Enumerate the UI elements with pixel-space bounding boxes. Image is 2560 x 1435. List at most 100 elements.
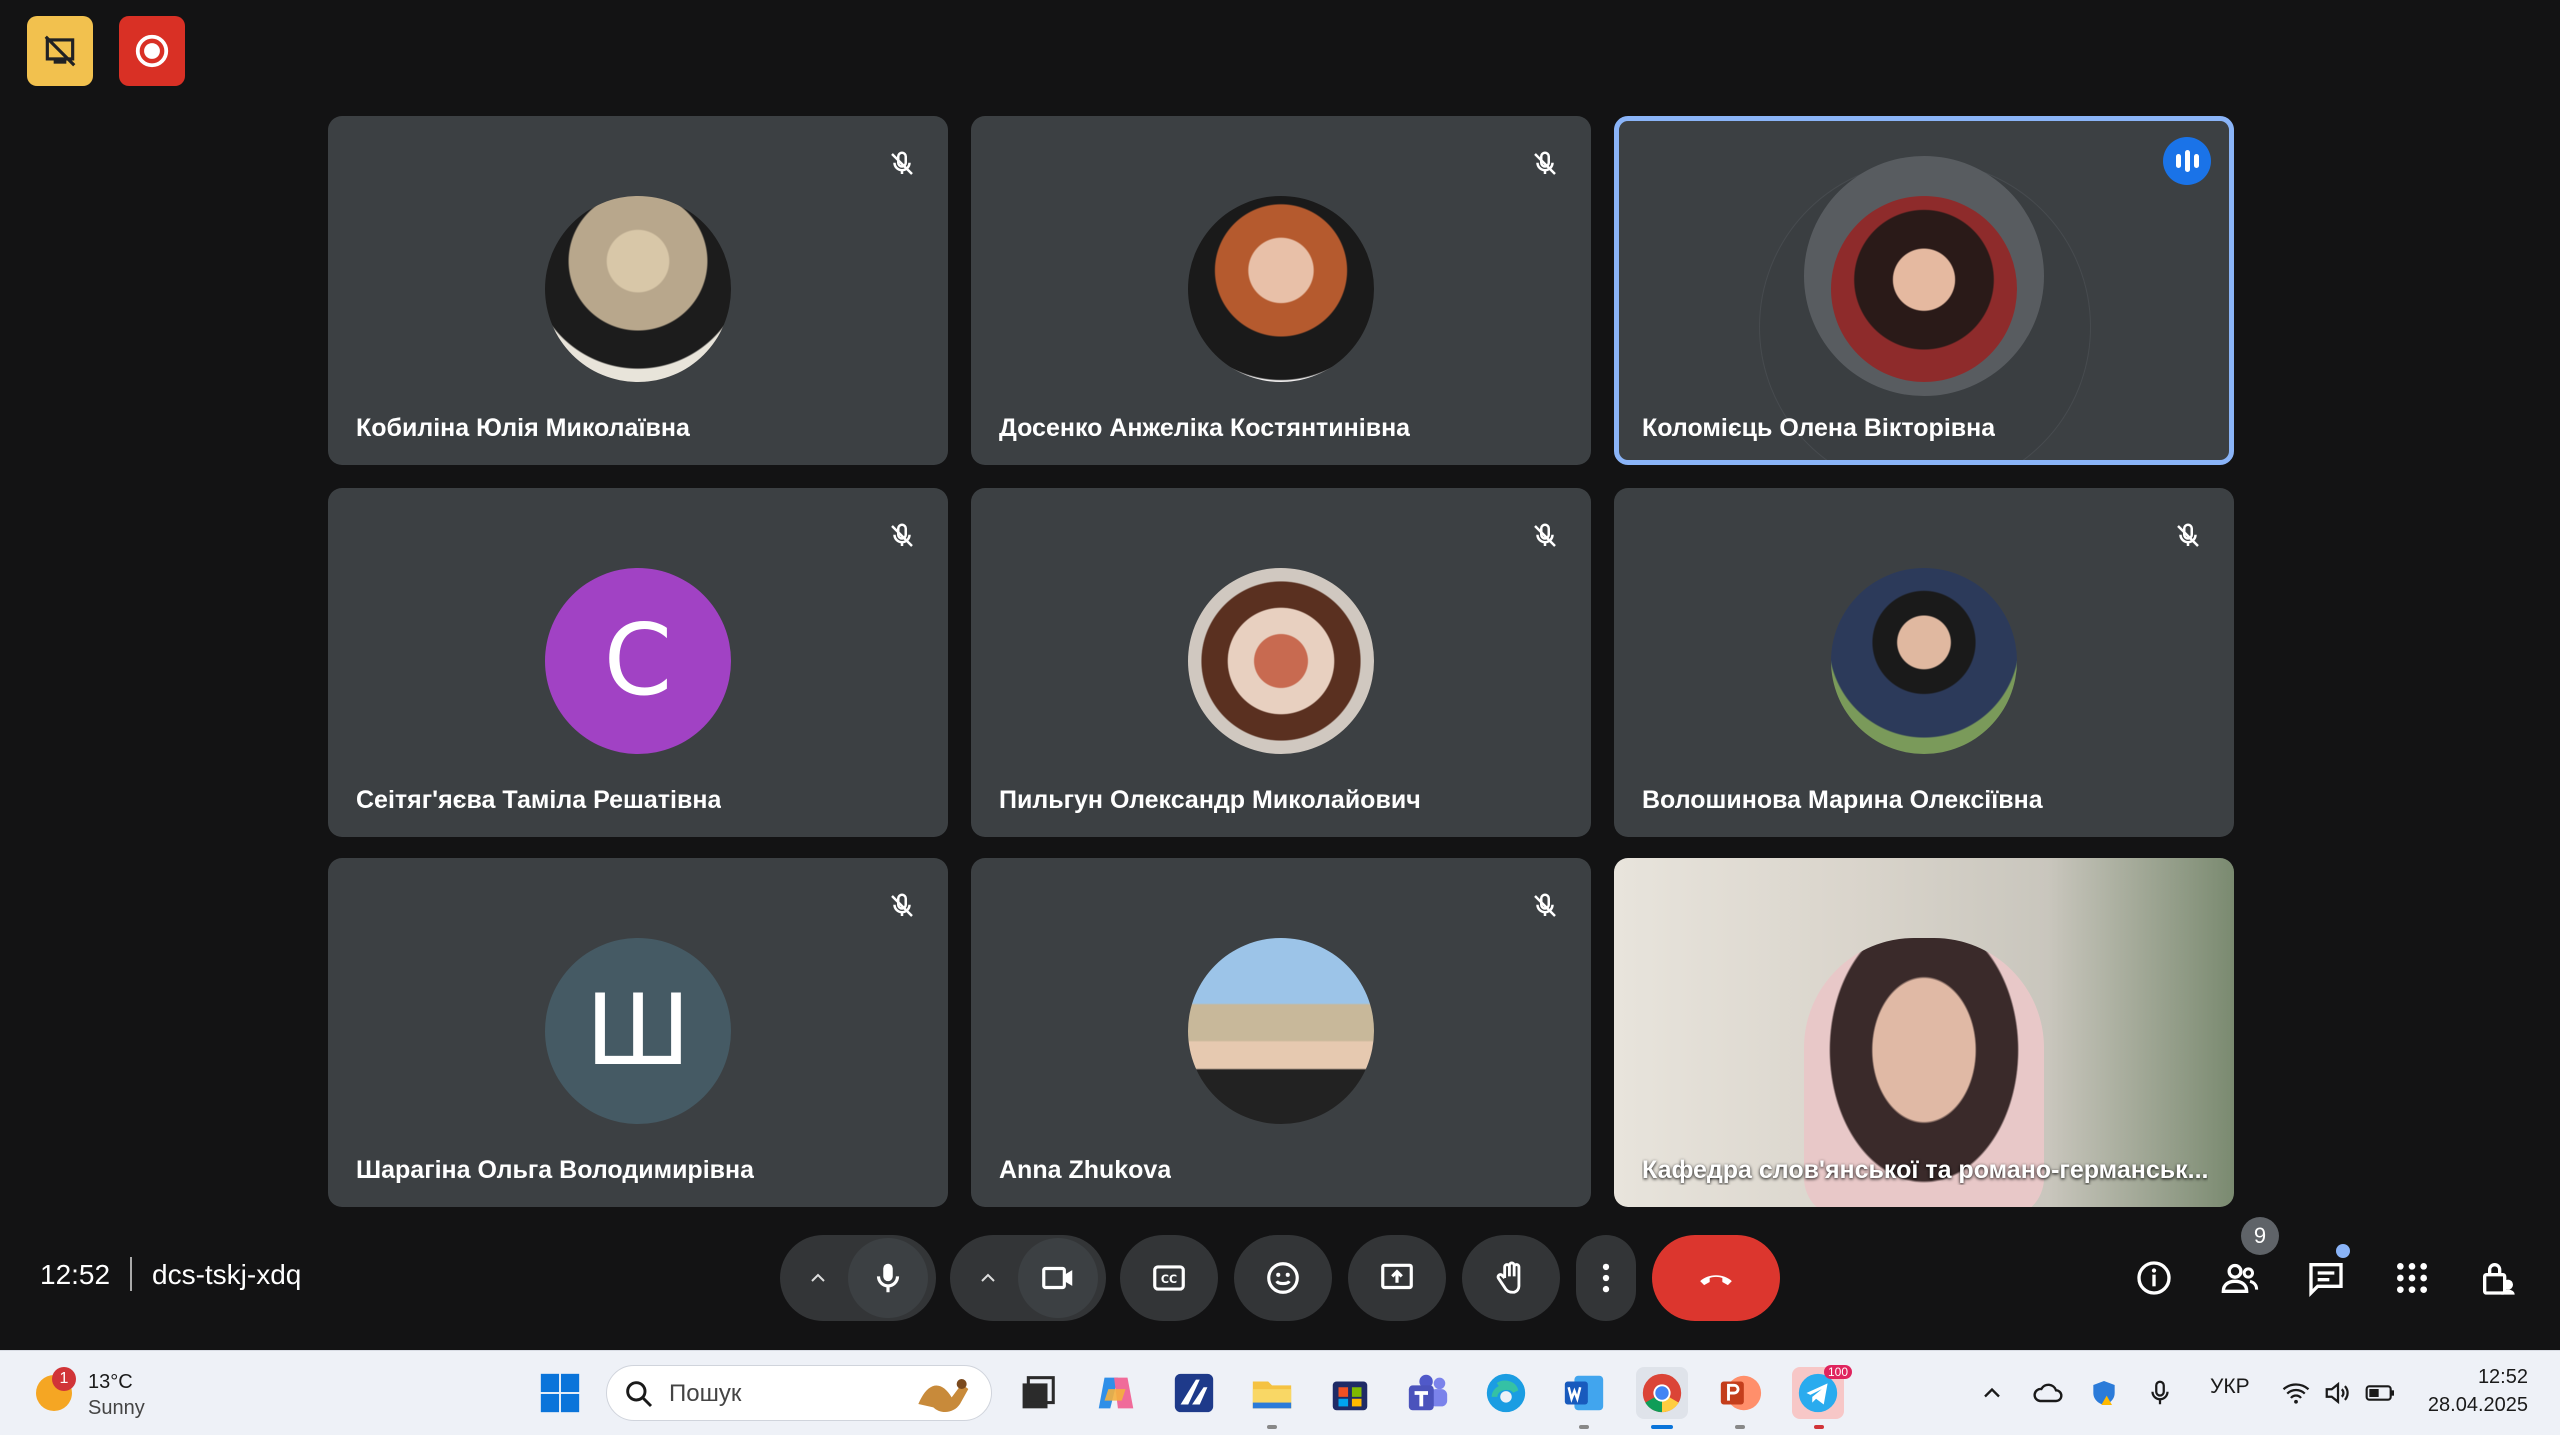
- participant-tile[interactable]: С Сеітяг'яєва Таміла Решатівна: [328, 488, 948, 837]
- start-button[interactable]: [534, 1367, 586, 1419]
- audio-control-group: [780, 1235, 936, 1321]
- participant-count-badge: 9: [2241, 1217, 2279, 1255]
- chevron-up-icon: [811, 1273, 825, 1282]
- windows-logo-icon: [540, 1373, 580, 1413]
- reactions-button[interactable]: [1234, 1235, 1332, 1321]
- powerpoint-button[interactable]: [1714, 1367, 1766, 1419]
- weather-description: Sunny: [88, 1397, 145, 1419]
- speaker-icon: [2325, 1381, 2349, 1405]
- taskbar-clock[interactable]: 12:52 28.04.2025: [2428, 1363, 2528, 1419]
- activities-button[interactable]: [2383, 1249, 2441, 1307]
- apps-grid-icon: [2397, 1263, 2427, 1293]
- word-button[interactable]: [1558, 1367, 1610, 1419]
- camera-button[interactable]: [1018, 1238, 1098, 1318]
- info-icon: [2137, 1261, 2171, 1295]
- participant-name: Anna Zhukova: [999, 1156, 1172, 1184]
- participant-name: Коломієць Олена Вікторівна: [1642, 414, 1996, 442]
- avatar: [1831, 568, 2017, 754]
- clock-time: 12:52: [2477, 1366, 2528, 1388]
- participant-name: Волошинова Марина Олексіївна: [1642, 786, 2043, 814]
- people-icon: [2221, 1263, 2259, 1293]
- more-options-button[interactable]: [1576, 1235, 1636, 1321]
- taskbar-search[interactable]: Пошук: [606, 1365, 992, 1421]
- screen-off-icon: [44, 35, 76, 67]
- avatar: С: [545, 568, 731, 754]
- participant-video-tile[interactable]: Кафедра слов'янської та романо-германськ…: [1614, 858, 2234, 1207]
- meeting-code: dcs-tskj-xdq: [152, 1259, 302, 1290]
- weather-badge: 1: [52, 1367, 76, 1391]
- participant-name: Кобиліна Юлія Миколаївна: [356, 414, 690, 442]
- camera-icon: [1042, 1266, 1073, 1290]
- app-button[interactable]: [1168, 1367, 1220, 1419]
- participant-tile[interactable]: Ш Шарагіна Ольга Володимирівна: [328, 858, 948, 1207]
- task-view-button[interactable]: [1010, 1367, 1062, 1419]
- store-button[interactable]: [1324, 1367, 1376, 1419]
- microphone-button[interactable]: [848, 1238, 928, 1318]
- security-button[interactable]: [2078, 1367, 2130, 1419]
- battery-button[interactable]: [2354, 1367, 2406, 1419]
- task-view-icon: [1022, 1376, 1055, 1409]
- leave-call-button[interactable]: [1652, 1235, 1780, 1321]
- chrome-button[interactable]: [1636, 1367, 1688, 1419]
- app-icon: [1174, 1373, 1214, 1413]
- host-controls-button[interactable]: [2469, 1249, 2527, 1307]
- show-hidden-icons-button[interactable]: [1966, 1367, 2018, 1419]
- avatar: [1831, 196, 2017, 382]
- participant-tile-speaking[interactable]: Коломієць Олена Вікторівна: [1614, 116, 2234, 465]
- input-language[interactable]: УКР: [2210, 1375, 2250, 1399]
- battery-icon: [2365, 1385, 2394, 1401]
- audio-options-button[interactable]: [788, 1266, 848, 1290]
- participant-name: Шарагіна Ольга Володимирівна: [356, 1156, 755, 1184]
- onedrive-button[interactable]: [2022, 1367, 2074, 1419]
- lock-person-icon: [2483, 1263, 2515, 1295]
- cloud-icon: [2033, 1383, 2063, 1403]
- active-indicator: [1814, 1425, 1824, 1429]
- raise-hand-button[interactable]: [1462, 1235, 1560, 1321]
- participant-tile[interactable]: Досенко Анжеліка Костянтинівна: [971, 116, 1591, 465]
- clock-date: 28.04.2025: [2427, 1394, 2528, 1416]
- recording-button[interactable]: [119, 16, 185, 86]
- teams-icon: [1408, 1374, 1448, 1411]
- edge-button[interactable]: [1480, 1367, 1532, 1419]
- chevron-up-icon: [1984, 1387, 2000, 1398]
- wifi-icon: [2282, 1383, 2310, 1404]
- file-explorer-button[interactable]: [1246, 1367, 1298, 1419]
- record-icon: [135, 34, 169, 68]
- telegram-badge: 100: [1824, 1365, 1853, 1379]
- microphone-tray-button[interactable]: [2134, 1367, 2186, 1419]
- active-indicator: [1651, 1425, 1673, 1429]
- participant-tile[interactable]: Пильгун Олександр Миколайович: [971, 488, 1591, 837]
- avatar: [1188, 568, 1374, 754]
- present-screen-button[interactable]: [1348, 1235, 1446, 1321]
- video-options-button[interactable]: [958, 1266, 1018, 1290]
- participant-name: Сеітяг'яєва Таміла Решатівна: [356, 786, 722, 814]
- teams-button[interactable]: [1402, 1367, 1454, 1419]
- powerpoint-icon: [1720, 1375, 1762, 1411]
- more-vert-icon: [1602, 1263, 1610, 1293]
- avatar-initial: Ш: [585, 974, 691, 1088]
- participant-name: Досенко Анжеліка Костянтинівна: [999, 414, 1411, 442]
- hand-icon: [1496, 1261, 1521, 1294]
- meeting-controls-bar: 12:52 dcs-tskj-xdq CC: [0, 1235, 2560, 1321]
- closed-captions-icon: CC: [1153, 1265, 1185, 1291]
- weather-widget[interactable]: 1 13°C Sunny: [30, 1363, 200, 1423]
- participant-tile[interactable]: Anna Zhukova: [971, 858, 1591, 1207]
- copilot-button[interactable]: [1090, 1367, 1142, 1419]
- avatar: Ш: [545, 938, 731, 1124]
- avatar: [1188, 196, 1374, 382]
- mic-off-icon: [1525, 144, 1565, 184]
- captions-button[interactable]: CC: [1120, 1235, 1218, 1321]
- emoji-icon: [1267, 1262, 1299, 1294]
- hang-up-icon: [1700, 1275, 1732, 1286]
- edge-icon: [1486, 1373, 1526, 1413]
- chat-button[interactable]: [2297, 1249, 2355, 1307]
- search-icon: [626, 1381, 653, 1408]
- no-video-indicator-button[interactable]: [27, 16, 93, 86]
- participant-tile[interactable]: Волошинова Марина Олексіївна: [1614, 488, 2234, 837]
- mic-off-icon: [1525, 886, 1565, 926]
- participant-tile[interactable]: Кобиліна Юлія Миколаївна: [328, 116, 948, 465]
- people-button[interactable]: [2211, 1249, 2269, 1307]
- chevron-up-icon: [981, 1273, 995, 1282]
- meeting-info-button[interactable]: [2125, 1249, 2183, 1307]
- meeting-clock: 12:52: [40, 1259, 111, 1290]
